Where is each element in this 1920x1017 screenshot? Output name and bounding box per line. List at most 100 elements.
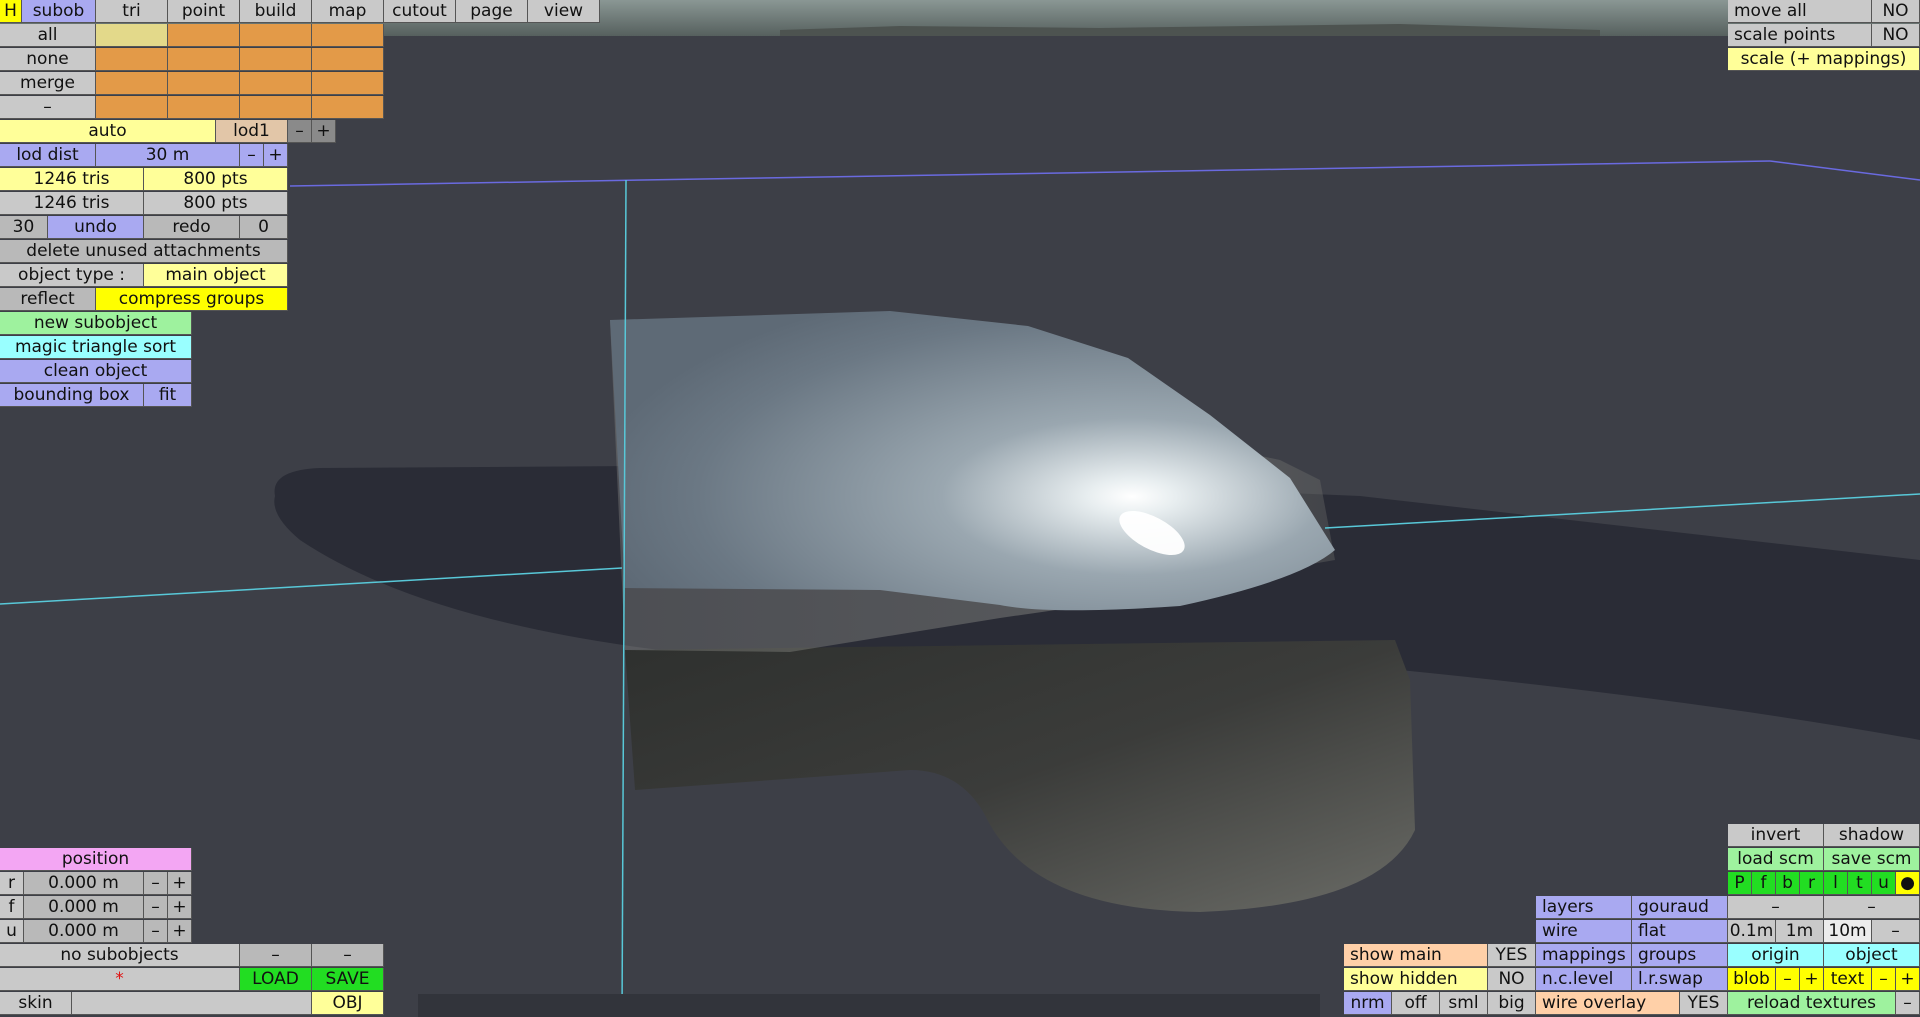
position-f-plus-button[interactable]: + [168,896,192,919]
compress-groups-button[interactable]: compress groups [96,288,288,311]
magic-triangle-sort-button[interactable]: magic triangle sort [0,336,192,359]
position-u-field[interactable]: 0.000 m [24,920,144,943]
big-button[interactable]: big [1488,992,1536,1015]
redo-button[interactable]: redo [144,216,240,239]
tab-tri[interactable]: tri [96,0,168,23]
select-cell[interactable] [168,96,240,119]
lod-auto-button[interactable]: auto [0,120,216,143]
tab-build[interactable]: build [240,0,312,23]
lod-plus-button[interactable]: + [312,120,336,143]
layers-button[interactable]: layers [1536,896,1632,919]
select-cell[interactable] [240,96,312,119]
skin-button[interactable]: skin [0,992,72,1015]
select-cell[interactable] [312,24,384,47]
select-cell[interactable] [96,96,168,119]
lod-dist-plus-button[interactable]: + [264,144,288,167]
text-minus-button[interactable]: – [1872,968,1896,991]
tab-cutout[interactable]: cutout [384,0,456,23]
dash-button[interactable]: – [1824,896,1920,919]
clean-object-button[interactable]: clean object [0,360,192,383]
lr-swap-button[interactable]: l.r.swap [1632,968,1728,991]
position-u-minus-button[interactable]: – [144,920,168,943]
select-none-button[interactable]: none [0,48,96,71]
blob-button[interactable]: blob [1728,968,1776,991]
position-r-minus-button[interactable]: – [144,872,168,895]
position-f-minus-button[interactable]: – [144,896,168,919]
lod-level[interactable]: lod1 [216,120,288,143]
view-back-button[interactable]: b [1776,872,1800,895]
scale-mappings-button[interactable]: scale (+ mappings) [1728,48,1920,71]
subobject-dash-button[interactable]: – [312,944,384,967]
grid-1m-button[interactable]: 1m [1776,920,1824,943]
view-right-button[interactable]: r [1800,872,1824,895]
select-cell[interactable] [96,48,168,71]
save-button[interactable]: SAVE [312,968,384,991]
select-cell[interactable] [240,24,312,47]
reload-minus-button[interactable]: – [1896,992,1920,1015]
gouraud-button[interactable]: gouraud [1632,896,1728,919]
lod-dist-value[interactable]: 30 m [96,144,240,167]
tab-map[interactable]: map [312,0,384,23]
tab-point[interactable]: point [168,0,240,23]
dot-icon[interactable]: ● [1896,872,1920,895]
select-cell[interactable] [240,72,312,95]
select-cell[interactable] [312,48,384,71]
grid-minus-button[interactable]: – [1872,920,1920,943]
off-button[interactable]: off [1392,992,1440,1015]
select-cell[interactable] [240,48,312,71]
skin-field[interactable] [72,992,312,1015]
nrm-button[interactable]: nrm [1344,992,1392,1015]
wire-button[interactable]: wire [1536,920,1632,943]
select-cell[interactable] [168,48,240,71]
undo-button[interactable]: undo [48,216,144,239]
object-button[interactable]: object [1824,944,1920,967]
fit-button[interactable]: fit [144,384,192,407]
blob-plus-button[interactable]: + [1800,968,1824,991]
origin-button[interactable]: origin [1728,944,1824,967]
obj-button[interactable]: OBJ [312,992,384,1015]
move-all-toggle[interactable]: NO [1872,0,1920,23]
save-scm-button[interactable]: save scm [1824,848,1920,871]
subobject-list[interactable]: no subobjects [0,944,240,967]
load-button[interactable]: LOAD [240,968,312,991]
grid-10m-button[interactable]: 10m [1824,920,1872,943]
tab-subob[interactable]: subob [22,0,96,23]
subobject-dash-button[interactable]: – [240,944,312,967]
blob-minus-button[interactable]: – [1776,968,1800,991]
view-under-button[interactable]: u [1872,872,1896,895]
grid-01m-button[interactable]: 0.1m [1728,920,1776,943]
bounding-box-button[interactable]: bounding box [0,384,144,407]
invert-button[interactable]: invert [1728,824,1824,847]
position-r-plus-button[interactable]: + [168,872,192,895]
select-cell[interactable] [168,24,240,47]
mappings-button[interactable]: mappings [1536,944,1632,967]
delete-unused-attachments-button[interactable]: delete unused attachments [0,240,288,263]
load-scm-button[interactable]: load scm [1728,848,1824,871]
scale-points-toggle[interactable]: NO [1872,24,1920,47]
show-hidden-toggle[interactable]: NO [1488,968,1536,991]
new-subobject-button[interactable]: new subobject [0,312,192,335]
reflect-button[interactable]: reflect [0,288,96,311]
select-cell[interactable] [96,72,168,95]
nc-level-button[interactable]: n.c.level [1536,968,1632,991]
position-u-plus-button[interactable]: + [168,920,192,943]
select-cell[interactable] [168,72,240,95]
h-button[interactable]: H [0,0,22,23]
view-persp-button[interactable]: P [1728,872,1752,895]
reload-textures-button[interactable]: reload textures [1728,992,1896,1015]
lod-minus-button[interactable]: – [288,120,312,143]
view-front-button[interactable]: f [1752,872,1776,895]
view-top-button[interactable]: t [1848,872,1872,895]
object-type-select[interactable]: main object [144,264,288,287]
wire-overlay-toggle[interactable]: YES [1680,992,1728,1015]
show-main-toggle[interactable]: YES [1488,944,1536,967]
position-f-field[interactable]: 0.000 m [24,896,144,919]
text-button[interactable]: text [1824,968,1872,991]
view-left-button[interactable]: l [1824,872,1848,895]
merge-button[interactable]: merge [0,72,96,95]
tab-page[interactable]: page [456,0,528,23]
shadow-button[interactable]: shadow [1824,824,1920,847]
sml-button[interactable]: sml [1440,992,1488,1015]
position-r-field[interactable]: 0.000 m [24,872,144,895]
dash-button[interactable]: – [1728,896,1824,919]
